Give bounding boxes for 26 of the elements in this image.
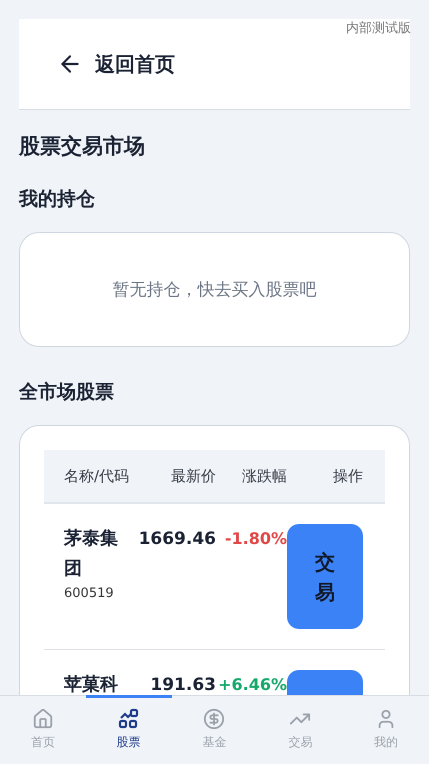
stock-price: 191.63 (149, 674, 216, 696)
column-header: 名称/代码 (64, 466, 130, 486)
shapes-icon (118, 708, 140, 730)
column-header: 最新价 (170, 466, 216, 486)
home-icon (32, 708, 54, 730)
page-title: 股票交易市场 (19, 133, 146, 160)
nav-tab[interactable]: 我的 (343, 696, 429, 764)
nav-tab[interactable]: 首页 (0, 696, 86, 764)
price-change: -1.80% (224, 528, 287, 550)
section-title: 我的持仓 (19, 187, 96, 212)
test-version-label: 内部测试版 (346, 20, 411, 37)
nav-tab[interactable]: 基金 (172, 696, 258, 764)
stock-name: 茅泰集团 (64, 527, 119, 581)
dollar-icon (203, 708, 226, 730)
stock-code: 600519 (64, 586, 115, 601)
nav-tab[interactable]: 交易 (257, 696, 344, 764)
column-header: 操作 (332, 466, 363, 486)
section-title: 全市场股票 (19, 380, 115, 405)
nav-tab[interactable]: 股票 (86, 696, 172, 764)
stock-name: 苹菓科 (64, 673, 119, 696)
empty-holdings-card: 暂无持仓，快去买入股票吧 (19, 232, 410, 347)
column-header: 涨跌幅 (241, 466, 287, 486)
back-link[interactable]: 返回首页 (95, 50, 175, 78)
stock-price: 1669.46 (138, 528, 216, 551)
price-change: +6.46% (217, 674, 287, 696)
trade-button[interactable]: 交易 (287, 524, 363, 629)
